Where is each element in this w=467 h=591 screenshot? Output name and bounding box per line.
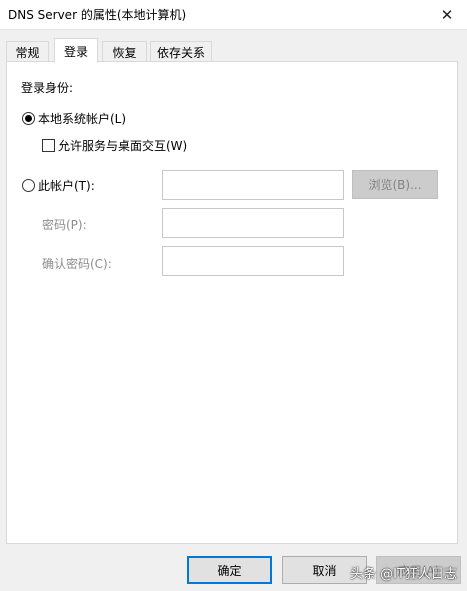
- tab-logon[interactable]: 登录: [54, 38, 98, 63]
- window-title: DNS Server 的属性(本地计算机): [8, 8, 187, 22]
- confirm-password-input[interactable]: [162, 246, 344, 276]
- browse-button[interactable]: 浏览(B)...: [352, 170, 438, 199]
- confirm-password-label: 确认密码(C):: [42, 257, 112, 271]
- ok-button[interactable]: 确定: [187, 556, 272, 584]
- close-icon[interactable]: ✕: [427, 0, 467, 30]
- tab-recovery[interactable]: 恢复: [102, 41, 147, 62]
- account-input[interactable]: [162, 170, 344, 200]
- title-bar: DNS Server 的属性(本地计算机) ✕: [0, 0, 467, 30]
- local-system-label[interactable]: 本地系统帐户(L): [38, 110, 126, 127]
- tab-general[interactable]: 常规: [6, 41, 49, 62]
- watermark-text: 头条 @IT狂人日志: [350, 567, 457, 582]
- password-label: 密码(P):: [42, 218, 87, 232]
- logon-as-label: 登录身份:: [21, 81, 74, 95]
- tab-dependencies[interactable]: 依存关系: [150, 41, 212, 62]
- interact-desktop-label[interactable]: 允许服务与桌面交互(W): [58, 137, 187, 154]
- this-account-label[interactable]: 此帐户(T):: [38, 177, 95, 194]
- this-account-radio[interactable]: [22, 179, 35, 192]
- password-input[interactable]: [162, 208, 344, 238]
- logon-panel: 登录身份: 本地系统帐户(L) 允许服务与桌面交互(W) 此帐户(T): 浏览(…: [6, 61, 458, 544]
- local-system-radio[interactable]: [22, 112, 35, 125]
- interact-desktop-checkbox[interactable]: [42, 139, 55, 152]
